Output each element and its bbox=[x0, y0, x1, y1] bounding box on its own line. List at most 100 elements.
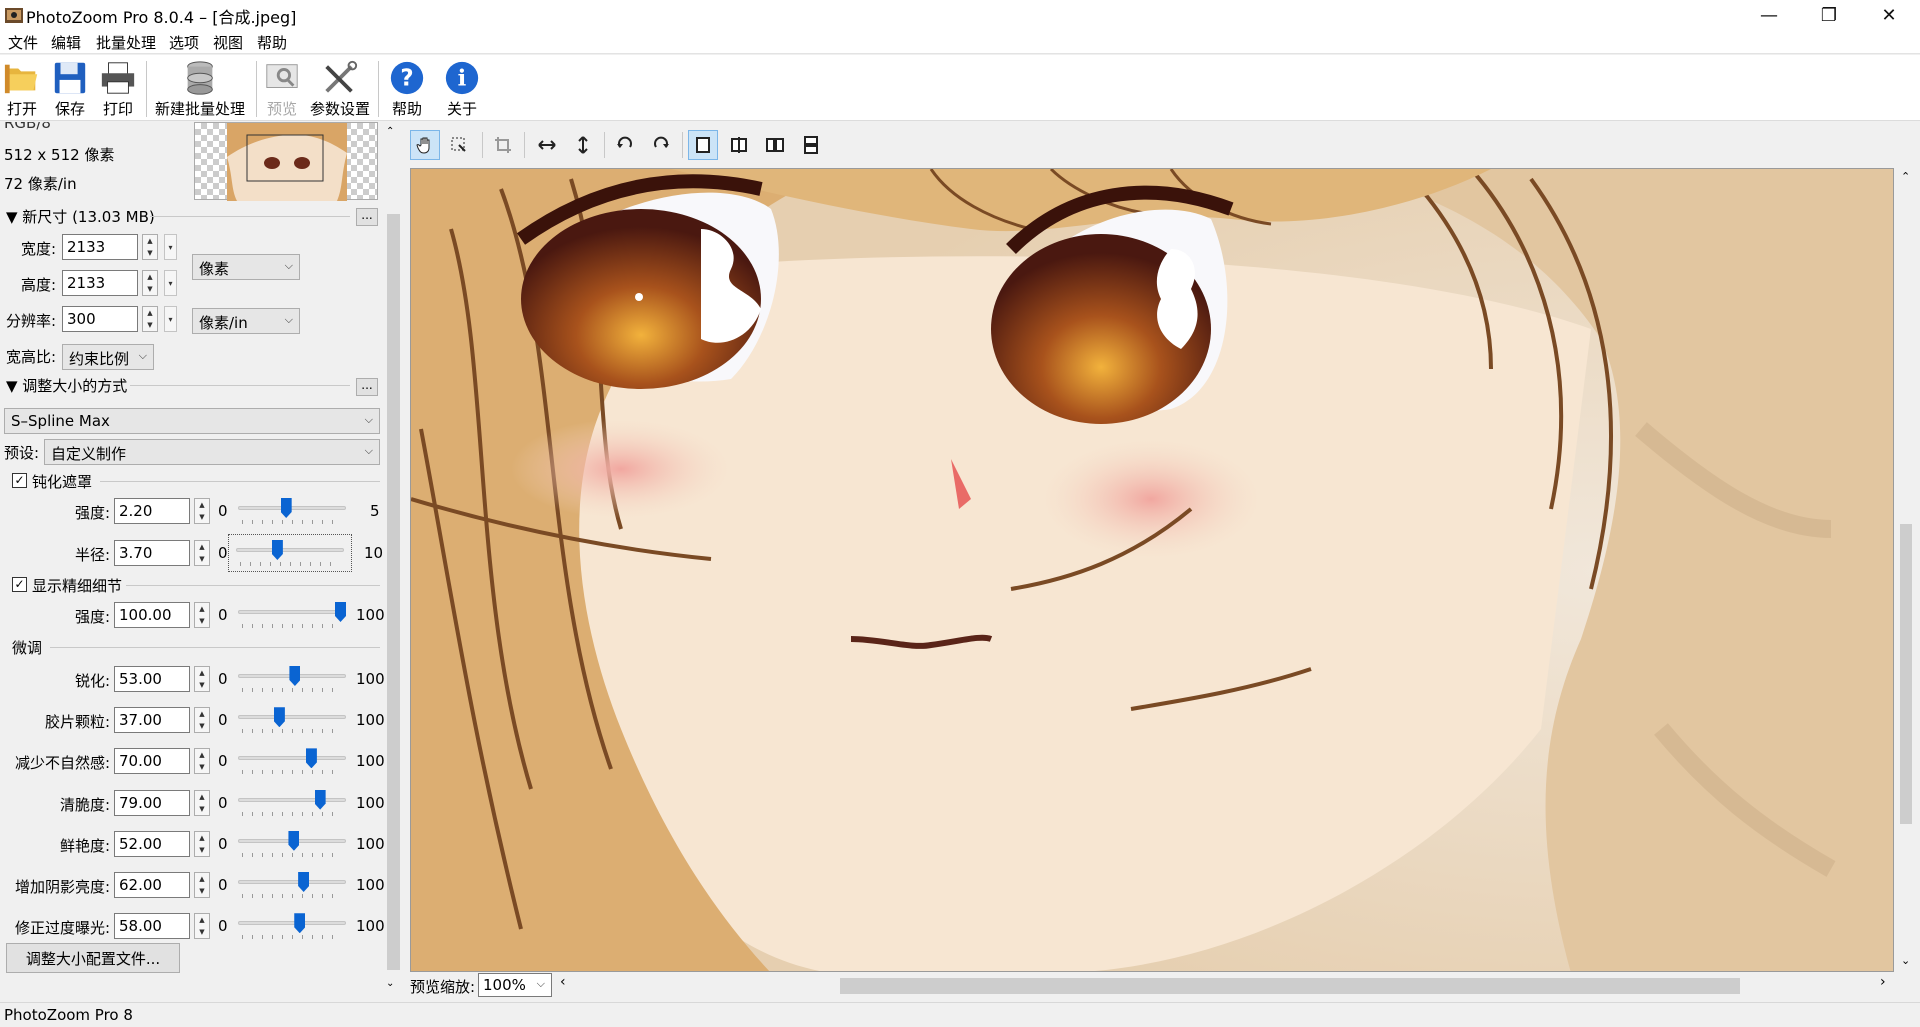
resize-profile-button[interactable]: 调整大小配置文件... bbox=[6, 943, 180, 973]
crop-tool-button[interactable] bbox=[488, 130, 518, 160]
unsharp-strength-slider[interactable] bbox=[238, 496, 346, 526]
shadow-boost-input[interactable]: 62.00 bbox=[114, 872, 190, 898]
unsharp-radius-spinner[interactable]: ▲ ▼ bbox=[194, 540, 210, 566]
shadow-boost-spinner[interactable]: ▲ ▼ bbox=[194, 872, 210, 898]
close-button[interactable]: ✕ bbox=[1860, 0, 1918, 30]
open-button[interactable]: 打开 bbox=[0, 59, 44, 119]
film-grain-input[interactable]: 37.00 bbox=[114, 707, 190, 734]
crispness-input[interactable]: 79.00 bbox=[114, 789, 190, 816]
film-grain-slider[interactable] bbox=[238, 705, 346, 735]
print-button[interactable]: 打印 bbox=[96, 59, 140, 119]
rotate-left-button[interactable] bbox=[610, 130, 640, 160]
aspect-select[interactable]: 约束比例 ⌵ bbox=[62, 344, 154, 370]
hand-tool-button[interactable] bbox=[410, 130, 440, 160]
menu-file[interactable]: 文件 bbox=[8, 32, 38, 53]
new-size-more-button[interactable]: ... bbox=[356, 208, 378, 226]
scroll-down-icon[interactable]: ⌄ bbox=[386, 978, 394, 989]
minimize-button[interactable]: — bbox=[1740, 0, 1798, 30]
height-input[interactable]: 2133 bbox=[62, 270, 138, 296]
unit-select[interactable]: 像素 ⌵ bbox=[192, 254, 300, 280]
sharpen-input[interactable]: 53.00 bbox=[114, 666, 190, 692]
horizontal-scrollbar-thumb[interactable] bbox=[840, 978, 1740, 994]
scroll-up-icon[interactable]: ⌃ bbox=[1901, 170, 1910, 183]
width-dropdown-icon[interactable]: ▾ bbox=[164, 234, 177, 260]
width-input[interactable]: 2133 bbox=[62, 234, 138, 260]
slider-thumb[interactable] bbox=[288, 830, 300, 851]
fine-detail-strength-slider[interactable] bbox=[238, 600, 346, 630]
side-by-side-button[interactable] bbox=[760, 130, 790, 160]
split-view-button[interactable] bbox=[724, 130, 754, 160]
fine-detail-strength-spinner[interactable]: ▲ ▼ bbox=[194, 602, 210, 628]
preview-vertical-scrollbar[interactable]: ⌃ ⌄ bbox=[1896, 168, 1916, 972]
sharpen-spinner[interactable]: ▲ ▼ bbox=[194, 666, 210, 692]
slider-thumb[interactable] bbox=[273, 707, 285, 728]
resize-method-more-button[interactable]: ... bbox=[356, 378, 378, 396]
unsharp-radius-slider[interactable] bbox=[236, 538, 344, 568]
resolution-unit-select[interactable]: 像素/in ⌵ bbox=[192, 308, 300, 334]
slider-thumb[interactable] bbox=[271, 540, 283, 560]
slider-thumb[interactable] bbox=[294, 913, 306, 934]
scroll-down-icon[interactable]: ⌄ bbox=[1901, 954, 1910, 967]
slider-thumb[interactable] bbox=[298, 872, 310, 892]
save-button[interactable]: 保存 bbox=[48, 59, 92, 119]
flip-horizontal-button[interactable] bbox=[532, 130, 562, 160]
preview-button[interactable]: 预览 bbox=[262, 59, 302, 119]
reduce-artifacts-input[interactable]: 70.00 bbox=[114, 748, 190, 775]
new-size-header[interactable]: ▼ 新尺寸 (13.03 MB) bbox=[6, 206, 155, 227]
scroll-up-icon[interactable]: ⌃ bbox=[386, 126, 394, 137]
restore-button[interactable]: ❐ bbox=[1800, 0, 1858, 30]
rotate-right-button[interactable] bbox=[646, 130, 676, 160]
slider-thumb[interactable] bbox=[289, 666, 301, 686]
scrollbar-thumb[interactable] bbox=[387, 214, 400, 970]
slider-thumb[interactable] bbox=[335, 602, 346, 622]
scroll-left-icon[interactable]: ‹ bbox=[560, 974, 566, 990]
method-select[interactable]: S–Spline Max ⌵ bbox=[4, 408, 380, 434]
settings-button[interactable]: 参数设置 bbox=[308, 59, 372, 119]
menu-options[interactable]: 选项 bbox=[169, 32, 199, 53]
menu-batch[interactable]: 批量处理 bbox=[96, 32, 156, 53]
resolution-dropdown-icon[interactable]: ▾ bbox=[164, 306, 177, 332]
reduce-artifacts-spinner[interactable]: ▲ ▼ bbox=[194, 748, 210, 775]
highlight-fix-input[interactable]: 58.00 bbox=[114, 913, 190, 940]
stacked-view-button[interactable] bbox=[796, 130, 826, 160]
highlight-fix-slider[interactable] bbox=[238, 911, 346, 941]
menu-help[interactable]: 帮助 bbox=[257, 32, 287, 53]
resolution-spinner[interactable]: ▲ ▼ bbox=[142, 306, 158, 332]
preview-zoom-select[interactable]: 100% ⌵ bbox=[478, 973, 552, 997]
unsharp-radius-input[interactable]: 3.70 bbox=[114, 540, 190, 566]
slider-thumb[interactable] bbox=[305, 748, 317, 769]
help-button[interactable]: ? 帮助 bbox=[385, 59, 429, 119]
highlight-fix-spinner[interactable]: ▲ ▼ bbox=[194, 913, 210, 940]
scroll-right-icon[interactable]: › bbox=[1880, 974, 1886, 990]
single-view-button[interactable] bbox=[688, 130, 718, 160]
height-dropdown-icon[interactable]: ▾ bbox=[164, 270, 177, 296]
sharpen-slider[interactable] bbox=[238, 664, 346, 694]
resolution-input[interactable]: 300 bbox=[62, 306, 138, 332]
width-spinner[interactable]: ▲ ▼ bbox=[142, 234, 158, 260]
height-spinner[interactable]: ▲ ▼ bbox=[142, 270, 158, 296]
fine-detail-strength-input[interactable]: 100.00 bbox=[114, 602, 190, 628]
vibrancy-spinner[interactable]: ▲ ▼ bbox=[194, 830, 210, 857]
select-tool-button[interactable] bbox=[444, 130, 474, 160]
vibrancy-input[interactable]: 52.00 bbox=[114, 830, 190, 857]
flip-vertical-button[interactable] bbox=[568, 130, 598, 160]
shadow-boost-slider[interactable] bbox=[238, 870, 346, 900]
menu-view[interactable]: 视图 bbox=[213, 32, 243, 53]
resize-method-header[interactable]: ▼ 调整大小的方式 bbox=[6, 375, 127, 396]
panel-scrollbar[interactable]: ⌃ ⌄ bbox=[384, 122, 400, 1000]
unsharp-strength-input[interactable]: 2.20 bbox=[114, 498, 190, 524]
unsharp-checkbox[interactable]: ✓ bbox=[12, 473, 27, 488]
about-button[interactable]: i 关于 bbox=[440, 59, 484, 119]
new-batch-button[interactable]: 新建批量处理 bbox=[150, 59, 250, 119]
crispness-slider[interactable] bbox=[238, 788, 346, 818]
crispness-spinner[interactable]: ▲ ▼ bbox=[194, 789, 210, 816]
preset-select[interactable]: 自定义制作 ⌵ bbox=[44, 439, 380, 465]
slider-thumb[interactable] bbox=[280, 498, 292, 518]
slider-thumb[interactable] bbox=[314, 789, 326, 810]
scrollbar-thumb[interactable] bbox=[1900, 524, 1912, 824]
preview-canvas[interactable] bbox=[410, 168, 1894, 972]
unsharp-strength-spinner[interactable]: ▲ ▼ bbox=[194, 498, 210, 524]
source-thumbnail[interactable] bbox=[194, 122, 378, 201]
fine-detail-checkbox[interactable]: ✓ bbox=[12, 577, 27, 592]
vibrancy-slider[interactable] bbox=[238, 829, 346, 859]
